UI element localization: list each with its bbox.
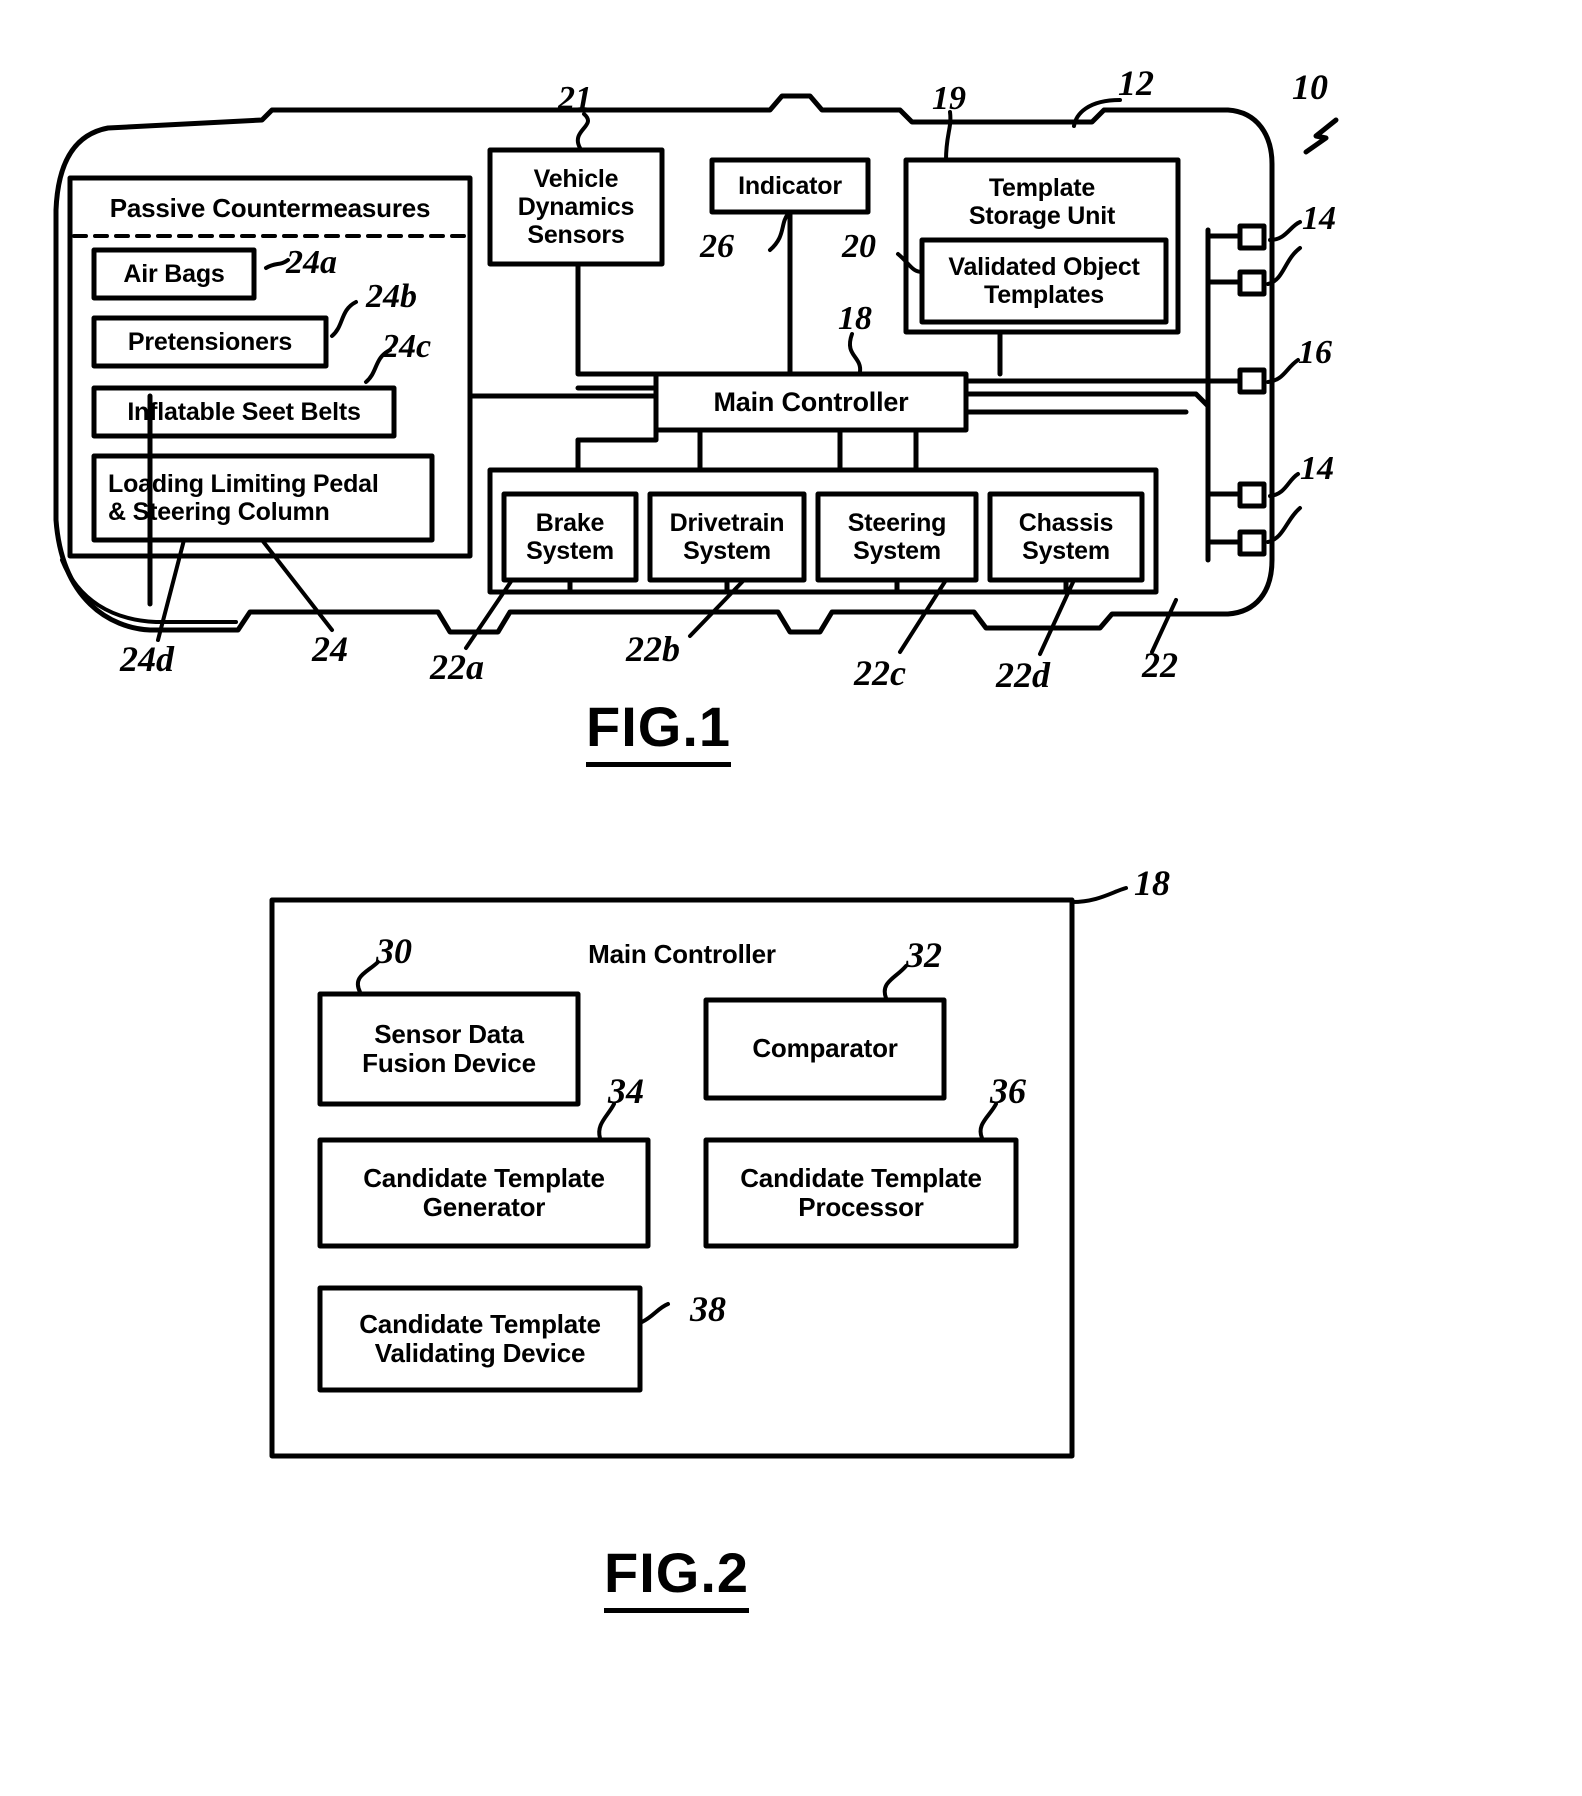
fig2-candidate-template-processor-label: Candidate Template Processor xyxy=(740,1162,982,1222)
leader-22b xyxy=(688,578,746,638)
inflatable-seat-belts-label: Inflatable Seet Belts xyxy=(127,398,361,426)
steering-system-label: Steering System xyxy=(847,509,947,565)
ref-drivetrain-system-22b: 22b xyxy=(626,629,680,669)
leader-26 xyxy=(768,212,790,252)
leader-18-fig2 xyxy=(1070,886,1128,904)
leader-24a xyxy=(264,258,290,270)
chassis-system-label: Chassis System xyxy=(1018,509,1114,565)
leader-24b xyxy=(330,300,358,338)
fig2-ref-comparator-32: 32 xyxy=(906,935,942,975)
ref-steering-system-22c: 22c xyxy=(854,653,906,693)
ref-vehicle-12: 12 xyxy=(1118,63,1154,103)
fig2-ref-candidate-template-generator-34: 34 xyxy=(608,1071,644,1111)
ref-chassis-system-22d: 22d xyxy=(996,655,1050,695)
sensor-connector-1 xyxy=(1237,223,1267,251)
validated-object-templates-label: Validated Object Templates xyxy=(948,253,1140,309)
sensor-connector-2 xyxy=(1237,269,1267,297)
leader-20 xyxy=(896,252,924,274)
ref-air-bags-24a: 24a xyxy=(286,244,337,281)
ref-loading-limiting-24d: 24d xyxy=(120,639,174,679)
leader-19 xyxy=(944,110,953,162)
patent-drawing-sheet: Passive Countermeasures Air Bags Pretens… xyxy=(0,0,1582,1796)
fig2-ref-candidate-template-validating-38: 38 xyxy=(690,1289,726,1329)
fig2-candidate-template-generator-label: Candidate Template Generator xyxy=(363,1162,605,1222)
leader-10 xyxy=(1303,117,1339,155)
sensor-connector-4 xyxy=(1237,481,1267,509)
indicator-label: Indicator xyxy=(738,172,842,200)
ref-sensor-14-top: 14 xyxy=(1302,200,1336,237)
passive-countermeasures-label: Passive Countermeasures xyxy=(109,193,431,224)
bus-main-to-sensors-2 xyxy=(963,391,1211,409)
fig2-ref-main-controller-18: 18 xyxy=(1134,863,1170,903)
fig2-title-label: Main Controller xyxy=(588,939,776,970)
fig2-ref-candidate-template-processor-36: 36 xyxy=(990,1071,1026,1111)
ref-vds-21: 21 xyxy=(558,80,592,117)
fig2-candidate-template-validating-label: Candidate Template Validating Device xyxy=(359,1308,601,1368)
ref-system-10: 10 xyxy=(1292,67,1328,107)
ref-template-storage-19: 19 xyxy=(932,80,966,117)
fig2-sensor-data-fusion-label: Sensor Data Fusion Device xyxy=(362,1018,536,1078)
fig2-comparator-label: Comparator xyxy=(752,1033,898,1064)
fig2-caption: FIG.2 xyxy=(604,1540,750,1613)
brake-system-label: Brake System xyxy=(526,509,614,565)
leader-21 xyxy=(575,112,590,150)
fig2-caption-text: FIG.2 xyxy=(604,1541,750,1613)
fig1-caption-text: FIG.1 xyxy=(586,695,732,767)
sensor-connector-3 xyxy=(1237,367,1267,395)
drivetrain-system-label: Drivetrain System xyxy=(669,509,785,565)
ref-sensor-14-bottom: 14 xyxy=(1300,450,1334,487)
template-storage-unit-label: Template Storage Unit xyxy=(968,174,1116,230)
main-controller-label: Main Controller xyxy=(713,386,909,417)
ref-sensor-16: 16 xyxy=(1298,334,1332,371)
link-vds-to-main xyxy=(575,261,659,377)
pretensioners-label: Pretensioners xyxy=(127,328,293,356)
air-bags-label: Air Bags xyxy=(123,260,225,288)
fig2-ref-sensor-data-fusion-30: 30 xyxy=(376,931,412,971)
sensor-connector-5 xyxy=(1237,529,1267,557)
leader-38 xyxy=(640,1302,670,1324)
link-main-to-active-left xyxy=(575,427,659,443)
leader-30 xyxy=(356,960,380,994)
leader-18-fig1 xyxy=(848,332,863,374)
vehicle-dynamics-sensors-label: Vehicle Dynamics Sensors xyxy=(517,165,635,249)
ref-indicator-26: 26 xyxy=(700,228,734,265)
ref-active-systems-22: 22 xyxy=(1142,645,1178,685)
ref-brake-system-22a: 22a xyxy=(430,647,484,687)
leader-32 xyxy=(882,964,908,1000)
fig1-caption: FIG.1 xyxy=(586,694,732,767)
ref-main-controller-18: 18 xyxy=(838,300,872,337)
ref-pretensioners-24b: 24b xyxy=(366,278,417,315)
ref-inflatable-seat-belts-24c: 24c xyxy=(382,328,432,365)
ref-validated-templates-20: 20 xyxy=(842,228,876,265)
loading-limiting-label: Loading Limiting Pedal & Steering Column xyxy=(108,470,379,526)
ref-passive-countermeasures-24: 24 xyxy=(312,629,348,669)
